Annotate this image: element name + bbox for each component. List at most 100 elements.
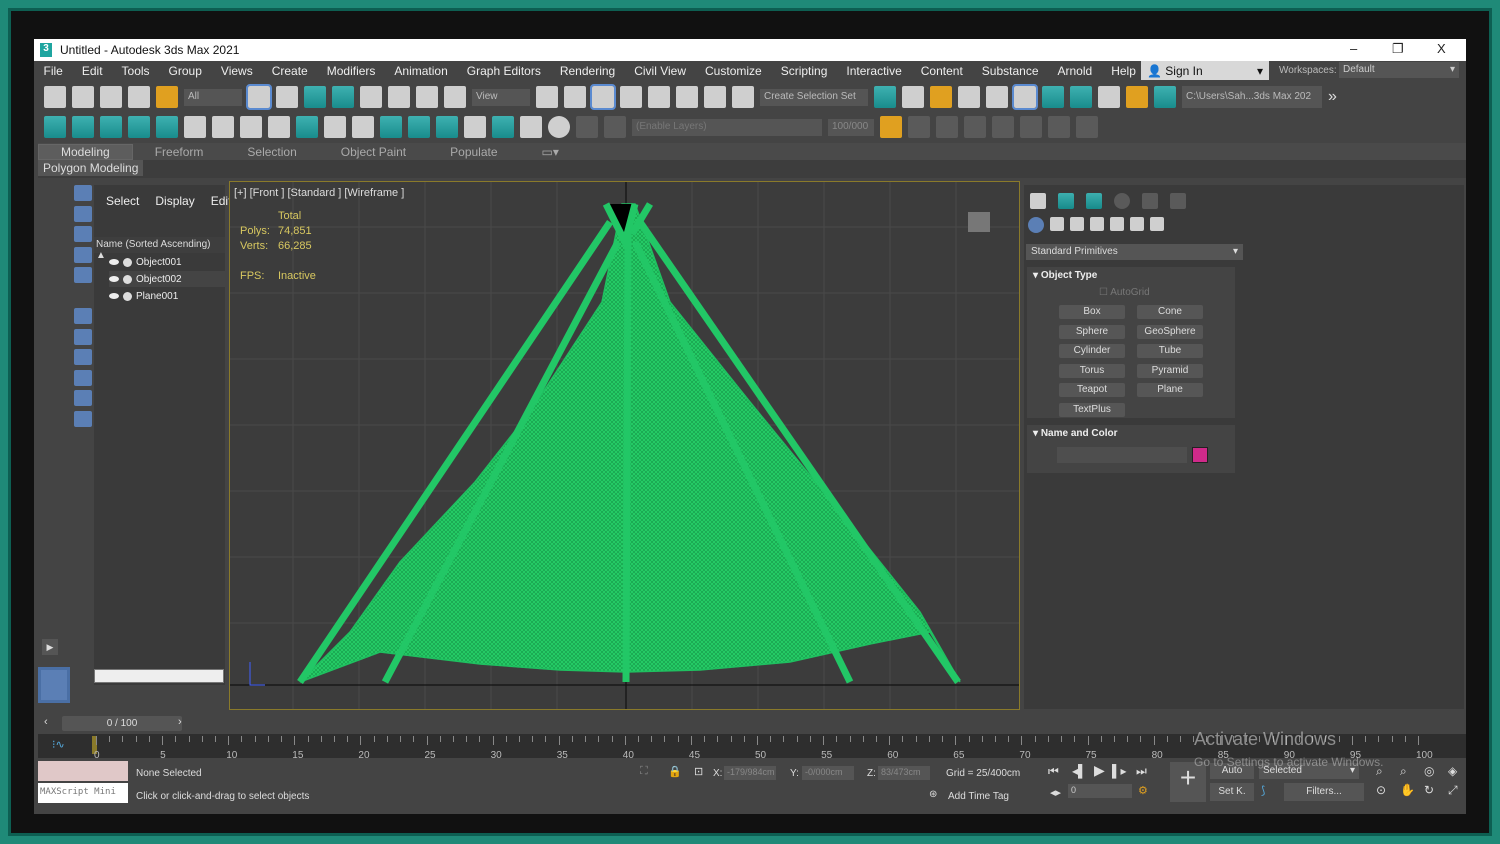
camera-add-icon[interactable] bbox=[72, 116, 94, 138]
cone-button[interactable]: Cone bbox=[1137, 305, 1203, 319]
document-tree-icon[interactable] bbox=[240, 116, 262, 138]
current-frame-field[interactable]: 0 bbox=[1068, 784, 1132, 798]
menu-help[interactable]: Help bbox=[1102, 64, 1146, 78]
snap-icon[interactable] bbox=[620, 86, 642, 108]
lights-icon[interactable] bbox=[1070, 217, 1084, 231]
tab-selection[interactable]: Selection bbox=[225, 145, 318, 159]
go-to-end-icon[interactable]: ⏭ bbox=[1136, 764, 1147, 779]
teapot-button[interactable]: Teapot bbox=[1059, 383, 1125, 397]
isolate-icon[interactable]: ⛶ bbox=[640, 765, 648, 778]
redo-icon[interactable] bbox=[72, 86, 94, 108]
menu-graph-editors[interactable]: Graph Editors bbox=[457, 64, 550, 78]
cameras-icon[interactable] bbox=[1090, 217, 1104, 231]
viewport-icon[interactable] bbox=[380, 116, 402, 138]
camera-icon[interactable] bbox=[44, 116, 66, 138]
material-editor-icon[interactable] bbox=[1070, 86, 1092, 108]
filter-icon[interactable] bbox=[74, 492, 92, 509]
box-button[interactable]: Box bbox=[1059, 305, 1125, 319]
render-icon[interactable] bbox=[1154, 86, 1176, 108]
object-name-field[interactable] bbox=[1057, 447, 1187, 463]
move-icon[interactable] bbox=[360, 86, 382, 108]
menu-arnold[interactable]: Arnold bbox=[1048, 64, 1102, 78]
maxscript-listener[interactable] bbox=[38, 761, 128, 781]
light-icon[interactable] bbox=[100, 116, 122, 138]
layer-dropdown[interactable]: (Enable Layers) bbox=[632, 118, 822, 136]
place-icon[interactable] bbox=[444, 86, 466, 108]
play-icon[interactable]: ▶ bbox=[1094, 762, 1105, 779]
eye-icon[interactable] bbox=[109, 276, 119, 282]
help-icon[interactable] bbox=[548, 116, 570, 138]
maximize-viewport-icon[interactable]: ⤢ bbox=[1448, 783, 1468, 798]
layers-select-icon[interactable] bbox=[604, 116, 626, 138]
render-frame-icon[interactable] bbox=[1126, 86, 1148, 108]
menu-group[interactable]: Group bbox=[159, 64, 211, 78]
helpers-icon[interactable] bbox=[1110, 217, 1124, 231]
expand-panel-button[interactable]: ▶ bbox=[42, 639, 58, 655]
bind-space-warp-icon[interactable] bbox=[156, 86, 178, 108]
eye-icon[interactable] bbox=[109, 259, 119, 265]
display-all-icon[interactable] bbox=[74, 431, 92, 447]
notes-icon[interactable] bbox=[520, 116, 542, 138]
viewport-layout-button[interactable] bbox=[38, 667, 70, 703]
ribbon-icon[interactable] bbox=[986, 86, 1008, 108]
layer-copy-icon[interactable] bbox=[964, 116, 986, 138]
play-viewport-icon[interactable] bbox=[408, 116, 430, 138]
spacewarps-icon[interactable] bbox=[1130, 217, 1144, 231]
scale-icon[interactable] bbox=[416, 86, 438, 108]
y-coordinate-field[interactable]: -0/000cm bbox=[802, 766, 854, 780]
material-icon[interactable] bbox=[296, 116, 318, 138]
mirror-icon[interactable] bbox=[874, 86, 896, 108]
menu-content[interactable]: Content bbox=[911, 64, 972, 78]
display-geometry-icon[interactable] bbox=[74, 185, 92, 201]
z-coordinate-field[interactable]: 83/473cm bbox=[878, 766, 930, 780]
layer-explorer-icon[interactable] bbox=[958, 86, 980, 108]
populate-trees-icon[interactable] bbox=[492, 116, 514, 138]
ribbon-options-icon[interactable]: ▭▾ bbox=[520, 145, 581, 159]
menu-tools[interactable]: Tools bbox=[112, 64, 159, 78]
add-layer-icon[interactable] bbox=[908, 116, 930, 138]
modify-tab-icon[interactable] bbox=[1058, 193, 1074, 209]
display-helpers-icon[interactable] bbox=[74, 267, 92, 283]
toggle-scene-explorer-icon[interactable] bbox=[930, 86, 952, 108]
menu-views[interactable]: Views bbox=[211, 64, 262, 78]
align-icon[interactable] bbox=[902, 86, 924, 108]
polygon-modeling-panel[interactable]: Polygon Modeling bbox=[38, 160, 144, 176]
geometry-icon[interactable] bbox=[1028, 217, 1044, 233]
tab-modeling[interactable]: Modeling bbox=[38, 144, 133, 160]
object-color-swatch[interactable] bbox=[1192, 447, 1208, 463]
percent-snap-icon[interactable] bbox=[676, 86, 698, 108]
menu-file[interactable]: File bbox=[34, 64, 72, 78]
teapot-icon[interactable] bbox=[464, 116, 486, 138]
display-xrefs-icon[interactable] bbox=[74, 328, 92, 345]
layers-icon[interactable] bbox=[576, 116, 598, 138]
menu-edit[interactable]: Edit bbox=[72, 64, 112, 78]
orbit-icon[interactable]: ↻ bbox=[1424, 783, 1444, 798]
display-frozen-icon[interactable] bbox=[74, 390, 92, 406]
rollout-title[interactable]: Name and Color bbox=[1041, 428, 1118, 439]
display-shapes-icon[interactable] bbox=[74, 205, 92, 222]
rect-selection-icon[interactable] bbox=[304, 86, 326, 108]
display-containers-icon[interactable] bbox=[74, 369, 92, 386]
render-setup-icon[interactable] bbox=[1098, 86, 1120, 108]
funnel-icon[interactable] bbox=[74, 513, 92, 529]
pivot-icon[interactable] bbox=[536, 86, 558, 108]
project-path-dropdown[interactable]: C:\Users\Sah...3ds Max 202 bbox=[1182, 86, 1322, 108]
viewcube[interactable] bbox=[968, 212, 990, 232]
ref-coord-dropdown[interactable]: View bbox=[472, 88, 530, 106]
menu-civil-view[interactable]: Civil View bbox=[625, 64, 696, 78]
next-key-icon[interactable]: ▌▸ bbox=[1112, 764, 1127, 778]
set-key-button[interactable]: Set K. bbox=[1210, 783, 1254, 801]
display-bones-icon[interactable] bbox=[74, 349, 92, 365]
undo-icon[interactable] bbox=[44, 86, 66, 108]
delete-layer-icon[interactable] bbox=[936, 116, 958, 138]
render-tree-icon[interactable] bbox=[212, 116, 234, 138]
list-item[interactable]: Plane001 bbox=[109, 288, 225, 304]
sign-in-dropdown[interactable]: 👤 Sign In ▾ bbox=[1141, 61, 1269, 80]
select-object-icon[interactable] bbox=[246, 84, 272, 110]
plane-button[interactable]: Plane bbox=[1137, 383, 1203, 397]
display-tab-icon[interactable] bbox=[1142, 193, 1158, 209]
tab-freeform[interactable]: Freeform bbox=[133, 145, 226, 159]
tab-populate[interactable]: Populate bbox=[428, 145, 519, 159]
display-invert-icon[interactable] bbox=[74, 472, 92, 488]
menu-interactive[interactable]: Interactive bbox=[837, 64, 911, 78]
